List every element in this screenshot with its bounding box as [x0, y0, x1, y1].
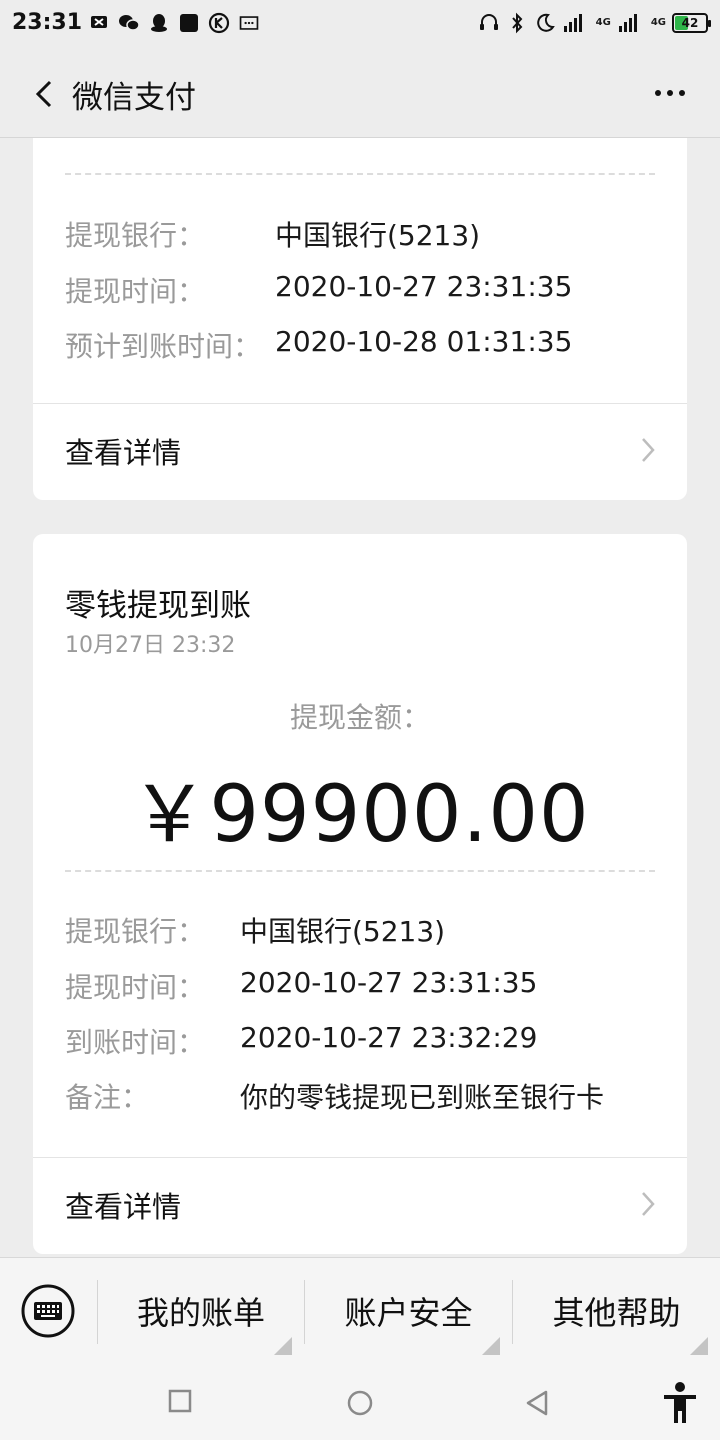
info-label: 备注： — [65, 1081, 150, 1114]
menu-other-help[interactable]: 其他帮助 — [513, 1288, 720, 1338]
qq-icon — [148, 12, 170, 34]
bluetooth-icon — [506, 12, 528, 34]
status-time: 23:31 — [12, 10, 83, 35]
info-row-bank: 提现银行： 中国银行(5213) — [65, 910, 655, 950]
keyboard-icon[interactable] — [20, 1283, 76, 1339]
info-row-time: 提现时间： 2020-10-27 23:31:35 — [65, 966, 655, 1006]
battery-icon: 42 — [672, 13, 711, 33]
home-icon[interactable] — [346, 1389, 374, 1421]
info-value: 2020-10-27 23:31:35 — [275, 270, 573, 303]
withdrawal-card-1: 提现银行： 中国银行(5213) 提现时间： 2020-10-27 23:31:… — [33, 138, 687, 500]
view-details-row[interactable]: 查看详情 — [33, 404, 687, 494]
info-row-bank: 提现银行： 中国银行(5213) — [65, 214, 655, 254]
moon-icon — [534, 12, 556, 34]
app-icon — [178, 12, 200, 34]
menu-my-bills[interactable]: 我的账单 — [98, 1288, 304, 1338]
info-value: 中国银行(5213) — [275, 219, 481, 252]
info-value: 2020-10-28 01:31:35 — [275, 325, 573, 358]
info-value: 2020-10-27 23:31:35 — [240, 966, 538, 999]
info-label: 预计到账时间： — [65, 330, 262, 363]
amount-label: 提现金额： — [289, 701, 430, 734]
chevron-right-icon — [639, 436, 657, 464]
status-system-icons: 4G 4G 42 — [478, 12, 711, 34]
view-details-row[interactable]: 查看详情 — [33, 1158, 687, 1248]
bottom-menu: 我的账单 账户安全 其他帮助 — [0, 1257, 720, 1367]
view-details-label: 查看详情 — [65, 436, 182, 470]
dashed-divider — [65, 870, 655, 872]
info-label: 提现时间： — [65, 275, 206, 308]
recent-apps-icon[interactable] — [168, 1389, 192, 1417]
info-row-expected-time: 预计到账时间： 2020-10-28 01:31:35 — [65, 325, 655, 365]
submenu-indicator — [690, 1337, 708, 1355]
status-notification-icons — [88, 12, 260, 34]
notification-icon — [88, 12, 110, 34]
submenu-indicator — [274, 1337, 292, 1355]
network-type-2: 4G — [650, 17, 666, 28]
view-details-label: 查看详情 — [65, 1190, 182, 1224]
network-type-1: 4G — [595, 17, 611, 28]
accessibility-icon[interactable] — [660, 1381, 700, 1429]
nav-bar: 微信支付 — [0, 48, 720, 138]
info-label: 提现银行： — [65, 915, 206, 948]
info-row-remark: 备注： 你的零钱提现已到账至银行卡 — [65, 1076, 655, 1116]
dashed-divider — [65, 173, 655, 175]
info-label: 到账时间： — [65, 1026, 206, 1059]
menu-label: 其他帮助 — [552, 1294, 681, 1332]
page-title: 微信支付 — [72, 80, 196, 116]
submenu-indicator — [482, 1337, 500, 1355]
signal-icon — [562, 12, 590, 34]
wechat-icon — [118, 12, 140, 34]
info-value: 中国银行(5213) — [240, 915, 446, 948]
menu-account-security[interactable]: 账户安全 — [305, 1288, 512, 1338]
status-bar: 23:31 4G 4G 42 — [0, 0, 720, 48]
system-navigation-bar — [0, 1367, 720, 1440]
card-title: 零钱提现到账 — [65, 588, 251, 624]
more-dots-icon[interactable] — [650, 78, 690, 108]
info-value: 你的零钱提现已到账至银行卡 — [240, 1081, 605, 1114]
message-icon — [238, 12, 260, 34]
back-arrow-icon[interactable] — [26, 74, 66, 114]
info-value: 2020-10-27 23:32:29 — [240, 1021, 538, 1054]
withdrawal-card-2: 零钱提现到账 10月27日 23:32 提现金额： ￥99900.00 提现银行… — [33, 534, 687, 1254]
info-row-arrival-time: 到账时间： 2020-10-27 23:32:29 — [65, 1021, 655, 1061]
headset-icon — [478, 12, 500, 34]
back-triangle-icon[interactable] — [524, 1389, 550, 1421]
menu-label: 我的账单 — [136, 1294, 265, 1332]
chevron-right-icon — [639, 1190, 657, 1218]
info-row-time: 提现时间： 2020-10-27 23:31:35 — [65, 270, 655, 310]
amount-value: ￥99900.00 — [130, 770, 590, 860]
battery-level: 42 — [681, 16, 699, 30]
info-label: 提现时间： — [65, 971, 206, 1004]
k-icon — [208, 12, 230, 34]
signal-icon — [617, 12, 645, 34]
card-date: 10月27日 23:32 — [65, 633, 236, 658]
menu-label: 账户安全 — [344, 1294, 473, 1332]
info-label: 提现银行： — [65, 219, 206, 252]
